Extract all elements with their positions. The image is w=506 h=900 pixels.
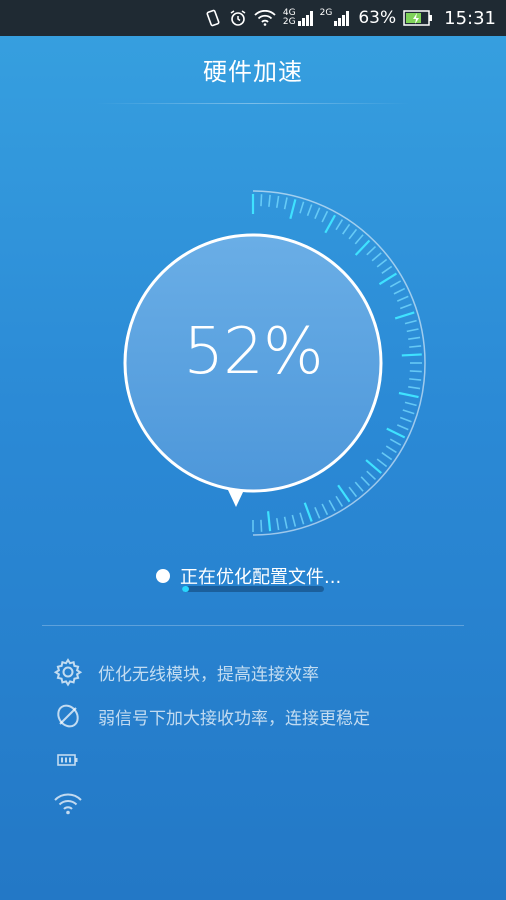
wifi-status-icon — [254, 10, 276, 26]
network-signal-2g: 2G — [320, 9, 350, 27]
gauge-tick — [283, 197, 288, 210]
gauge-tick — [324, 214, 336, 234]
alarm-icon — [229, 9, 247, 27]
gauge-tick — [337, 484, 351, 503]
gauge-tick — [376, 258, 388, 268]
battery-percent: 63% — [358, 8, 397, 28]
gauge-tick — [409, 378, 422, 381]
title-divider — [96, 103, 410, 104]
gauge-tick — [360, 476, 371, 487]
gauge-tick — [335, 495, 344, 507]
section-divider — [42, 625, 464, 626]
gauge-tick — [354, 234, 364, 245]
gauge-tick — [348, 486, 358, 498]
gauge-tick — [396, 424, 409, 431]
gauge-percent: 52% — [183, 315, 323, 389]
gauge-tick — [275, 518, 280, 531]
gauge-pointer — [228, 490, 244, 507]
gear-icon — [52, 656, 84, 688]
gauge-tick — [260, 194, 263, 207]
gauge-tick — [306, 204, 313, 217]
gauge-tick — [381, 452, 393, 461]
gauge-tick — [398, 391, 419, 399]
gauge-tick — [409, 345, 422, 348]
vibrate-icon — [204, 9, 222, 27]
gauge-tick — [335, 219, 344, 231]
gauge-tick — [385, 445, 397, 454]
optimization-list: 优化无线模块，提高连接效率 弱信号下加大接收功率，连接更稳定 — [52, 650, 476, 826]
gauge-tick — [394, 311, 415, 320]
gauge-tick — [275, 195, 280, 208]
gauge-tick — [268, 194, 271, 207]
gauge-tick — [371, 252, 382, 262]
signal-bars-icon — [297, 11, 313, 26]
gauge-tick — [366, 470, 377, 481]
gauge-tick — [399, 303, 412, 310]
gauge-tick — [406, 328, 419, 333]
gauge-tick — [283, 516, 288, 529]
gauge-tick — [314, 506, 321, 519]
gauge-tick — [401, 353, 422, 357]
gauge-tick — [303, 502, 313, 522]
gauge-tick — [289, 199, 297, 220]
gauge-tick — [266, 511, 272, 532]
gauge-tick — [354, 481, 364, 492]
progress-bar — [182, 586, 324, 592]
gauge-tick — [378, 272, 398, 286]
battery-charging-icon — [403, 10, 433, 26]
gauge-tick — [260, 519, 263, 532]
network-signal-dual: 4G 2G — [283, 9, 313, 27]
gauge-tick — [399, 416, 412, 423]
gauge-tick — [404, 319, 417, 325]
item-label: 优化无线模块，提高连接效率 — [98, 664, 319, 685]
gauge-tick — [299, 512, 305, 525]
list-item — [52, 738, 476, 782]
gauge-tick — [342, 223, 351, 235]
gauge-tick — [393, 287, 406, 295]
signal-bars-icon-2 — [334, 11, 350, 26]
gauge-tick — [402, 409, 415, 415]
gauge-tick — [314, 207, 321, 220]
gauge-tick — [389, 438, 402, 446]
gauge-tick — [389, 280, 402, 288]
progress-dot — [156, 569, 170, 583]
gauge-tick — [386, 427, 406, 439]
list-item: 弱信号下加大接收功率，连接更稳定 — [52, 694, 476, 738]
gauge-tick — [376, 458, 388, 468]
gauge-tick — [321, 210, 329, 223]
list-item — [52, 782, 476, 826]
gauge-tick — [408, 385, 421, 390]
battery-icon — [52, 744, 84, 776]
gauge-tick — [366, 245, 377, 256]
status-bar: 4G 2G 2G 63% 15:31 — [0, 0, 506, 36]
item-label: 弱信号下加大接收功率，连接更稳定 — [98, 708, 370, 729]
list-item: 优化无线模块，提高连接效率 — [52, 650, 476, 694]
page-title: 硬件加速 — [203, 58, 303, 86]
network-label-2g: 2G — [282, 17, 296, 27]
gauge-tick — [321, 503, 329, 516]
gauge-tick — [365, 459, 382, 474]
gauge-tick — [348, 228, 358, 240]
gauge-tick — [299, 201, 305, 214]
status-clock: 15:31 — [444, 7, 496, 29]
gauge-tick — [396, 295, 409, 302]
gauge-tick — [409, 370, 422, 373]
gauge-tick — [381, 265, 393, 274]
progress-fill — [182, 586, 190, 592]
signal-icon — [52, 700, 84, 732]
gauge-tick — [291, 514, 297, 527]
gauge-tick — [354, 239, 371, 256]
gauge-tick — [404, 401, 417, 407]
gauge-tick — [408, 336, 421, 341]
wifi-icon — [52, 788, 84, 820]
gauge-tick — [328, 499, 336, 512]
